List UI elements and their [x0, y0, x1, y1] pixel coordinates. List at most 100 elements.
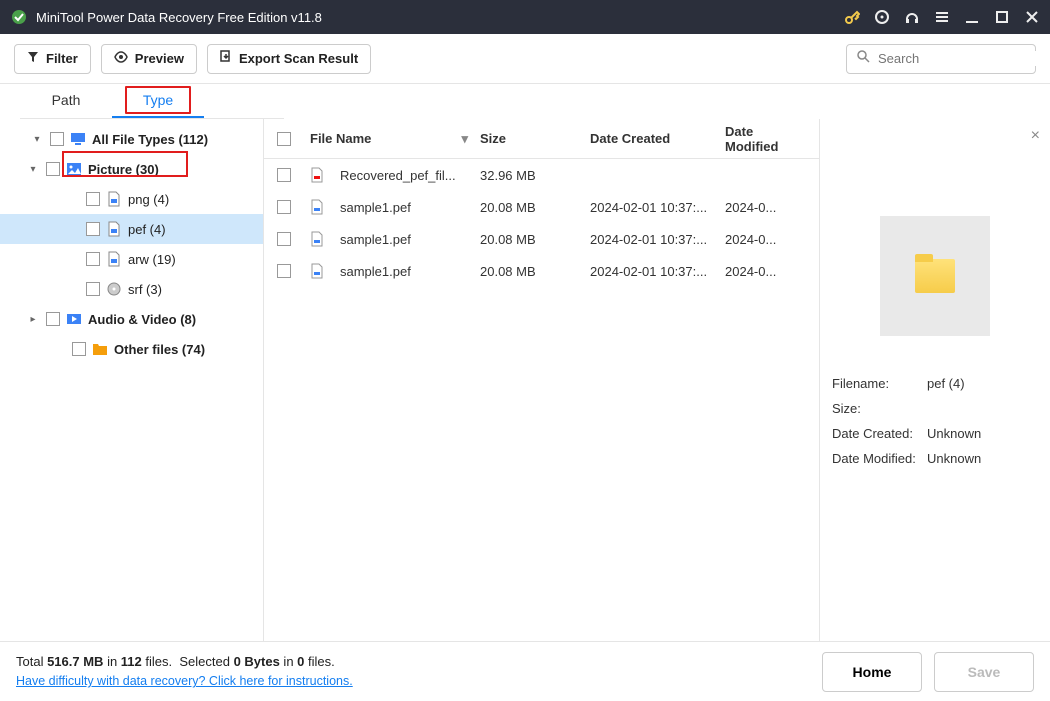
file-icon — [106, 191, 122, 207]
tree-picture[interactable]: ▾ Picture (30) — [0, 154, 263, 184]
checkbox[interactable] — [46, 162, 60, 176]
row-checkbox[interactable] — [277, 200, 291, 214]
file-icon — [106, 221, 122, 237]
cell-size: 20.08 MB — [474, 264, 584, 279]
sidebar-tree: ▾ All File Types (112) ▾ Picture (30) pn… — [0, 119, 264, 641]
value-created: Unknown — [927, 426, 981, 441]
checkbox[interactable] — [50, 132, 64, 146]
label-created: Date Created: — [832, 426, 927, 441]
cell-name: sample1.pef — [304, 231, 474, 247]
search-icon — [857, 50, 870, 68]
title-bar-actions — [844, 9, 1040, 25]
title-bar: MiniTool Power Data Recovery Free Editio… — [0, 0, 1050, 34]
bottom-bar: Total 516.7 MB in 112 files. Selected 0 … — [0, 641, 1050, 701]
row-checkbox[interactable] — [277, 168, 291, 182]
file-row[interactable]: Recovered_pef_fil... 32.96 MB — [264, 159, 819, 191]
file-icon — [310, 231, 326, 247]
preview-panel: × Filename:pef (4) Size: Date Created:Un… — [820, 119, 1050, 641]
export-icon — [220, 50, 232, 67]
main: ▾ All File Types (112) ▾ Picture (30) pn… — [0, 119, 1050, 641]
tree-label: Other files (74) — [114, 342, 205, 357]
cell-modified: 2024-0... — [719, 264, 809, 279]
chevron-down-icon[interactable]: ▾ — [26, 164, 40, 175]
tree-label: All File Types (112) — [92, 132, 208, 147]
menu-icon[interactable] — [934, 9, 950, 25]
preview-button[interactable]: Preview — [101, 44, 197, 74]
filter-button[interactable]: Filter — [14, 44, 91, 74]
row-checkbox[interactable] — [277, 264, 291, 278]
checkbox[interactable] — [72, 342, 86, 356]
disc-icon — [106, 281, 122, 297]
value-modified: Unknown — [927, 451, 981, 466]
chevron-down-icon[interactable]: ▾ — [30, 134, 44, 145]
file-panel: File Name▾ Size Date Created Date Modifi… — [264, 119, 1050, 641]
tab-path[interactable]: Path — [20, 84, 112, 118]
close-icon[interactable] — [1024, 9, 1040, 25]
minimize-icon[interactable] — [964, 9, 980, 25]
chevron-right-icon[interactable]: ▸ — [26, 314, 40, 325]
file-rows: Recovered_pef_fil... 32.96 MB sample1.pe… — [264, 159, 819, 287]
tree-srf[interactable]: srf (3) — [0, 274, 263, 304]
home-button[interactable]: Home — [822, 652, 922, 692]
search-input-wrap[interactable] — [846, 44, 1036, 74]
tab-type-highlight: Type — [125, 86, 191, 114]
value-filename: pef (4) — [927, 376, 965, 391]
tree-label: Audio & Video (8) — [88, 312, 196, 327]
app-title: MiniTool Power Data Recovery Free Editio… — [36, 10, 844, 25]
checkbox[interactable] — [86, 282, 100, 296]
file-icon — [106, 251, 122, 267]
app-logo-icon — [10, 8, 28, 26]
search-input[interactable] — [878, 51, 1050, 66]
summary: Total 516.7 MB in 112 files. Selected 0 … — [16, 652, 353, 691]
maximize-icon[interactable] — [994, 9, 1010, 25]
filter-label: Filter — [46, 51, 78, 66]
file-icon — [310, 199, 326, 215]
image-icon — [66, 161, 82, 177]
cell-modified: 2024-0... — [719, 200, 809, 215]
tree-label: pef (4) — [128, 222, 166, 237]
headphones-icon[interactable] — [904, 9, 920, 25]
tab-type[interactable]: Type — [112, 84, 204, 118]
file-icon — [310, 167, 326, 183]
toolbar: Filter Preview Export Scan Result — [0, 34, 1050, 84]
tree-label: arw (19) — [128, 252, 176, 267]
cell-created: 2024-02-01 10:37:... — [584, 232, 719, 247]
tree-pef[interactable]: pef (4) — [0, 214, 263, 244]
row-checkbox[interactable] — [277, 232, 291, 246]
col-filename[interactable]: File Name▾ — [304, 131, 474, 147]
cell-created: 2024-02-01 10:37:... — [584, 264, 719, 279]
tree-png[interactable]: png (4) — [0, 184, 263, 214]
checkbox[interactable] — [86, 222, 100, 236]
checkbox[interactable] — [46, 312, 60, 326]
help-link[interactable]: Have difficulty with data recovery? Clic… — [16, 674, 353, 688]
cell-modified: 2024-0... — [719, 232, 809, 247]
checkbox[interactable] — [86, 252, 100, 266]
preview-label: Preview — [135, 51, 184, 66]
col-size[interactable]: Size — [474, 131, 584, 146]
save-button[interactable]: Save — [934, 652, 1034, 692]
file-row[interactable]: sample1.pef 20.08 MB 2024-02-01 10:37:..… — [264, 255, 819, 287]
tree-audio-video[interactable]: ▸ Audio & Video (8) — [0, 304, 263, 334]
close-icon[interactable]: × — [1031, 127, 1040, 145]
file-row[interactable]: sample1.pef 20.08 MB 2024-02-01 10:37:..… — [264, 223, 819, 255]
key-icon[interactable] — [844, 9, 860, 25]
tree-all-file-types[interactable]: ▾ All File Types (112) — [0, 124, 263, 154]
file-row[interactable]: sample1.pef 20.08 MB 2024-02-01 10:37:..… — [264, 191, 819, 223]
folder-icon — [915, 259, 955, 293]
checkbox[interactable] — [86, 192, 100, 206]
tree-arw[interactable]: arw (19) — [0, 244, 263, 274]
col-created[interactable]: Date Created — [584, 131, 719, 146]
label-modified: Date Modified: — [832, 451, 927, 466]
cell-size: 20.08 MB — [474, 200, 584, 215]
preview-thumb — [880, 216, 990, 336]
cell-name: sample1.pef — [304, 199, 474, 215]
cell-size: 20.08 MB — [474, 232, 584, 247]
export-button[interactable]: Export Scan Result — [207, 44, 371, 74]
col-modified[interactable]: Date Modified — [719, 124, 809, 154]
cell-name: sample1.pef — [304, 263, 474, 279]
eye-icon — [114, 51, 128, 66]
disc-icon[interactable] — [874, 9, 890, 25]
tree-other-files[interactable]: Other files (74) — [0, 334, 263, 364]
cell-name: Recovered_pef_fil... — [304, 167, 474, 183]
select-all-checkbox[interactable] — [277, 132, 291, 146]
